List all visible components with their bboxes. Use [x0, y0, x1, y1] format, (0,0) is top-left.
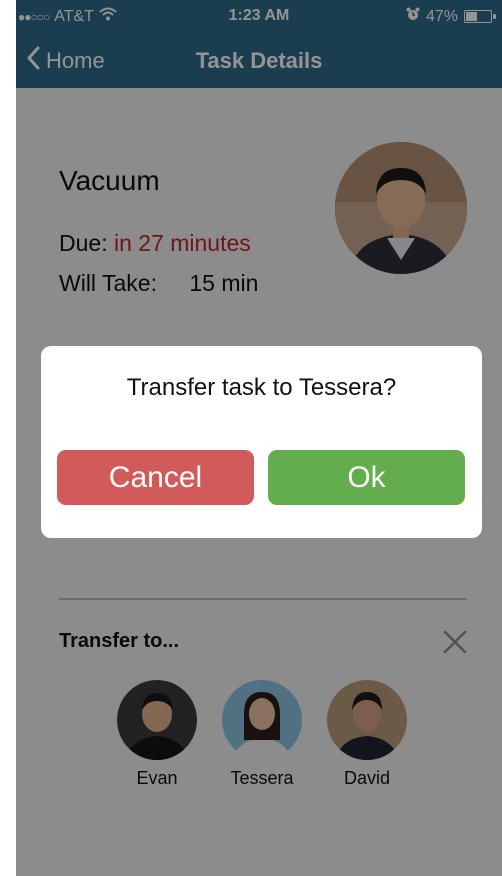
- left-margin-strip: [0, 0, 16, 876]
- phone-screen: ●●○○○ AT&T 1:23 AM 47% Home Task Details…: [16, 0, 502, 876]
- ok-button[interactable]: Ok: [268, 450, 465, 505]
- dialog-message: Transfer task to Tessera?: [126, 374, 397, 401]
- cancel-button[interactable]: Cancel: [57, 450, 254, 505]
- confirm-dialog: Transfer task to Tessera? Cancel Ok: [41, 346, 482, 538]
